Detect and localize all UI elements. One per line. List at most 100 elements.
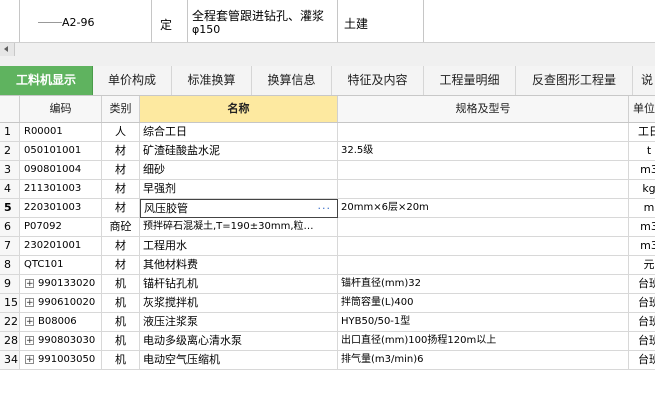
code-cell[interactable]: 050101001 <box>20 142 102 161</box>
table-row[interactable]: 7 230201001 材 工程用水 m3 <box>0 237 655 256</box>
spec-cell[interactable] <box>338 256 629 275</box>
plus-expander-icon[interactable]: + <box>25 354 34 364</box>
tab-reverse-graphic-quantity[interactable]: 反查图形工程量 <box>516 66 633 95</box>
name-cell[interactable]: 综合工日 <box>140 123 338 142</box>
spec-cell[interactable] <box>338 161 629 180</box>
type-cell[interactable]: 人 <box>102 123 140 142</box>
table-row[interactable]: 9 +990133020 机 锚杆钻孔机 锚杆直径(mm)32 台班 <box>0 275 655 294</box>
table-row[interactable]: 6 P07092 商砼 预拌碎石混凝土,T=190±30mm,粒… m3 <box>0 218 655 237</box>
table-row[interactable]: 1 R00001 人 综合工日 工日 <box>0 123 655 142</box>
unit-cell[interactable]: 台班 <box>629 313 655 332</box>
table-row[interactable]: 34 +991003050 机 电动空气压缩机 排气量(m3/min)6 台班 <box>0 351 655 370</box>
table-row[interactable]: 4 211301003 材 早强剂 kg <box>0 180 655 199</box>
plus-expander-icon[interactable]: + <box>25 316 34 326</box>
table-row[interactable]: 15 +990610020 机 灰浆搅拌机 拌筒容量(L)400 台班 <box>0 294 655 313</box>
tab-unit-price-composition[interactable]: 单价构成 <box>93 66 172 95</box>
upper-grid-row[interactable]: A2-96 定 全程套管跟进钻孔、灌浆 φ150 土建 <box>0 0 655 42</box>
tab-features-content[interactable]: 特征及内容 <box>332 66 424 95</box>
type-cell[interactable]: 材 <box>102 142 140 161</box>
unit-cell[interactable]: 元 <box>629 256 655 275</box>
name-cell[interactable]: 液压注浆泵 <box>140 313 338 332</box>
code-cell[interactable]: +990133020 <box>20 275 102 294</box>
type-cell[interactable]: 材 <box>102 237 140 256</box>
name-cell[interactable]: 矿渣硅酸盐水泥 <box>140 142 338 161</box>
code-cell[interactable]: 211301003 <box>20 180 102 199</box>
code-cell[interactable]: 220301003 <box>20 199 102 218</box>
table-row[interactable]: 22 + B08006 机 液压注浆泵 HYB50/50-1型 台班 <box>0 313 655 332</box>
type-cell[interactable]: 机 <box>102 275 140 294</box>
spec-cell[interactable] <box>338 123 629 142</box>
name-cell[interactable]: 其他材料费 <box>140 256 338 275</box>
name-cell[interactable]: 细砂 <box>140 161 338 180</box>
name-cell[interactable]: 预拌碎石混凝土,T=190±30mm,粒… <box>140 218 338 237</box>
code-cell[interactable]: R00001 <box>20 123 102 142</box>
type-cell[interactable]: 材 <box>102 256 140 275</box>
pane-splitter[interactable] <box>0 56 655 66</box>
name-cell[interactable]: 工程用水 <box>140 237 338 256</box>
unit-cell[interactable]: 台班 <box>629 294 655 313</box>
type-cell[interactable]: 材 <box>102 161 140 180</box>
tab-explanation[interactable]: 说 <box>633 66 655 95</box>
plus-expander-icon[interactable]: + <box>25 297 34 307</box>
unit-cell[interactable]: 台班 <box>629 332 655 351</box>
type-cell[interactable]: 机 <box>102 313 140 332</box>
name-cell-selected[interactable]: 风压胶管 ··· <box>140 199 338 218</box>
plus-expander-icon[interactable]: + <box>25 278 34 288</box>
unit-cell[interactable]: kg <box>629 180 655 199</box>
spec-cell[interactable]: 20mm×6层×20m <box>338 199 629 218</box>
tab-labor-material-machine[interactable]: 工料机显示 <box>0 66 93 95</box>
unit-cell[interactable]: m3 <box>629 161 655 180</box>
spec-cell[interactable] <box>338 180 629 199</box>
name-cell[interactable]: 灰浆搅拌机 <box>140 294 338 313</box>
header-type[interactable]: 类别 <box>102 96 140 122</box>
name-cell[interactable]: 电动空气压缩机 <box>140 351 338 370</box>
code-cell[interactable]: +990610020 <box>20 294 102 313</box>
spec-cell[interactable] <box>338 218 629 237</box>
name-cell[interactable]: 早强剂 <box>140 180 338 199</box>
type-cell[interactable]: 材 <box>102 199 140 218</box>
header-spec[interactable]: 规格及型号 <box>338 96 629 122</box>
type-cell[interactable]: 材 <box>102 180 140 199</box>
code-cell[interactable]: +990803030 <box>20 332 102 351</box>
type-cell[interactable]: 机 <box>102 351 140 370</box>
unit-cell[interactable]: 工日 <box>629 123 655 142</box>
spec-cell[interactable]: 排气量(m3/min)6 <box>338 351 629 370</box>
header-name[interactable]: 名称 <box>140 96 338 122</box>
plus-expander-icon[interactable]: + <box>25 335 34 345</box>
type-cell[interactable]: 机 <box>102 294 140 313</box>
spec-cell[interactable]: 锚杆直径(mm)32 <box>338 275 629 294</box>
unit-cell[interactable]: 台班 <box>629 351 655 370</box>
code-cell[interactable]: 230201001 <box>20 237 102 256</box>
unit-cell[interactable]: 台班 <box>629 275 655 294</box>
tab-standard-conversion[interactable]: 标准换算 <box>172 66 252 95</box>
spec-cell[interactable]: 32.5级 <box>338 142 629 161</box>
spec-cell[interactable]: HYB50/50-1型 <box>338 313 629 332</box>
table-row[interactable]: 3 090801004 材 细砂 m3 <box>0 161 655 180</box>
code-cell[interactable]: QTC101 <box>20 256 102 275</box>
code-cell[interactable]: +991003050 <box>20 351 102 370</box>
code-cell[interactable]: P07092 <box>20 218 102 237</box>
horizontal-scrollbar[interactable] <box>0 42 655 56</box>
header-unit[interactable]: 单位 <box>629 96 655 122</box>
code-cell[interactable]: + B08006 <box>20 313 102 332</box>
table-row[interactable]: 28 +990803030 机 电动多级离心清水泵 出口直径(mm)100扬程1… <box>0 332 655 351</box>
tab-quantity-details[interactable]: 工程量明细 <box>424 66 516 95</box>
spec-cell[interactable] <box>338 237 629 256</box>
tab-conversion-info[interactable]: 换算信息 <box>252 66 332 95</box>
name-cell[interactable]: 电动多级离心清水泵 <box>140 332 338 351</box>
spec-cell[interactable]: 拌筒容量(L)400 <box>338 294 629 313</box>
type-cell[interactable]: 机 <box>102 332 140 351</box>
type-cell[interactable]: 商砼 <box>102 218 140 237</box>
scroll-left-arrow-icon[interactable] <box>0 43 15 56</box>
code-cell[interactable]: 090801004 <box>20 161 102 180</box>
spec-cell[interactable]: 出口直径(mm)100扬程120m以上 <box>338 332 629 351</box>
unit-cell[interactable]: m3 <box>629 218 655 237</box>
table-row[interactable]: 8 QTC101 材 其他材料费 元 <box>0 256 655 275</box>
ellipsis-icon[interactable]: ··· <box>318 200 332 217</box>
unit-cell[interactable]: m <box>629 199 655 218</box>
name-cell[interactable]: 锚杆钻孔机 <box>140 275 338 294</box>
table-row[interactable]: 2 050101001 材 矿渣硅酸盐水泥 32.5级 t <box>0 142 655 161</box>
table-row-current[interactable]: 5 220301003 材 风压胶管 ··· 20mm×6层×20m m <box>0 199 655 218</box>
unit-cell[interactable]: m3 <box>629 237 655 256</box>
header-code[interactable]: 编码 <box>20 96 102 122</box>
